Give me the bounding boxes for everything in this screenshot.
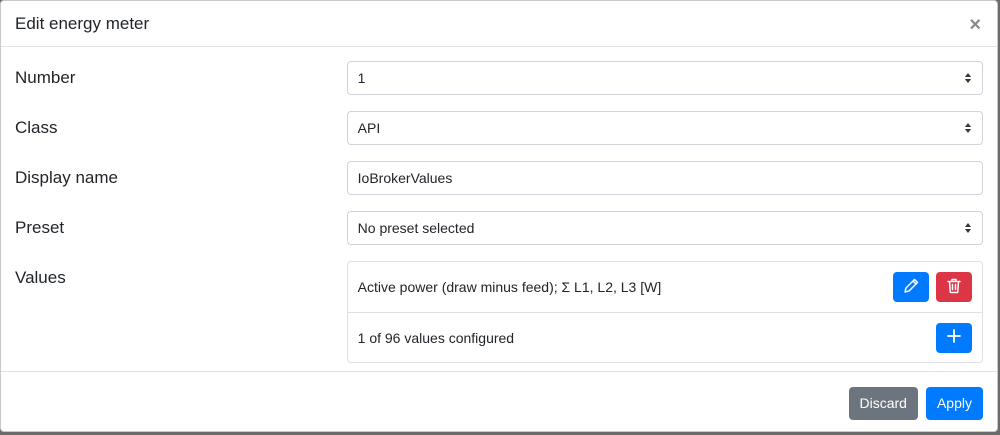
preset-select-value: No preset selected (357, 220, 475, 236)
display-name-input[interactable]: IoBrokerValues (346, 161, 983, 195)
close-button[interactable]: × (969, 15, 981, 35)
class-select-value: API (357, 120, 381, 136)
select-arrows-icon (964, 222, 972, 234)
edit-energy-meter-dialog: Edit energy meter × Number 1 Class API D… (0, 0, 998, 432)
number-select[interactable]: 1 (346, 61, 983, 95)
modal-footer: Discard Apply (1, 371, 997, 431)
select-arrows-icon (964, 72, 972, 84)
plus-icon (946, 328, 962, 347)
number-label: Number (15, 68, 76, 87)
class-label: Class (15, 118, 58, 137)
value-item-text: Active power (draw minus feed); Σ L1, L2… (357, 279, 662, 295)
values-list: Active power (draw minus feed); Σ L1, L2… (346, 261, 983, 363)
display-name-value: IoBrokerValues (357, 170, 453, 186)
discard-button[interactable]: Discard (848, 386, 918, 420)
display-name-row: Display name IoBrokerValues (15, 161, 983, 195)
preset-label: Preset (15, 218, 65, 237)
modal-header: Edit energy meter × (1, 1, 997, 47)
value-item-actions (893, 272, 972, 302)
trash-icon (945, 277, 963, 298)
add-value-button[interactable] (936, 322, 972, 353)
values-label: Values (15, 268, 66, 287)
number-row: Number 1 (15, 61, 983, 95)
values-summary-item: 1 of 96 values configured (347, 312, 982, 362)
class-select[interactable]: API (346, 111, 983, 145)
pencil-icon (902, 277, 920, 298)
preset-select[interactable]: No preset selected (346, 211, 983, 245)
apply-button[interactable]: Apply (925, 386, 983, 420)
values-summary-text: 1 of 96 values configured (357, 329, 515, 346)
class-row: Class API (15, 111, 983, 145)
modal-title: Edit energy meter (15, 13, 150, 33)
number-select-value: 1 (357, 70, 366, 86)
delete-value-button[interactable] (936, 272, 972, 302)
display-name-label: Display name (15, 168, 118, 187)
select-arrows-icon (964, 122, 972, 134)
list-item: Active power (draw minus feed); Σ L1, L2… (348, 262, 982, 312)
values-row: Values Active power (draw minus feed); Σ… (15, 261, 983, 363)
preset-row: Preset No preset selected (15, 211, 983, 245)
modal-body: Number 1 Class API Display name IoBroker… (1, 47, 997, 371)
edit-value-button[interactable] (893, 272, 929, 302)
